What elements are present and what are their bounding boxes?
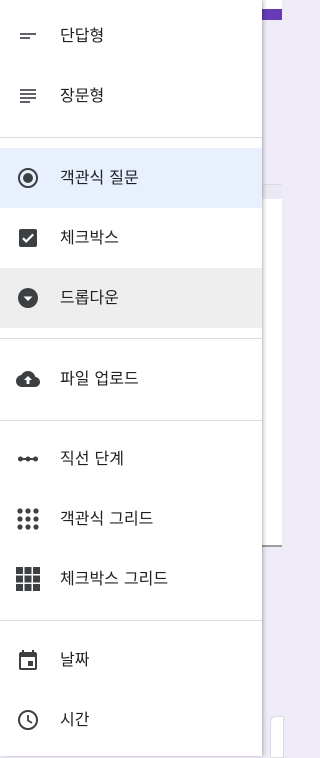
menu-item-file-upload[interactable]: 파일 업로드 [0,349,262,409]
menu-divider [0,137,262,138]
clock-icon [16,708,40,732]
checkbox-grid-icon [16,567,40,591]
menu-item-label: 파일 업로드 [60,369,139,388]
question-type-menu: 단답형 장문형 객관식 질문 체크박스 드롭다운 파일 업로드 직선 단계 객관… [0,0,262,756]
menu-item-linear-scale[interactable]: 직선 단계 [0,429,262,489]
paragraph-icon [16,84,40,108]
linear-scale-icon [16,447,40,471]
menu-item-label: 드롭다운 [60,288,119,307]
short-answer-icon [16,24,40,48]
question-card[interactable] [262,184,282,547]
cloud-upload-icon [16,367,40,391]
menu-item-paragraph[interactable]: 장문형 [0,66,262,126]
form-header-accent [262,9,282,20]
menu-item-label: 직선 단계 [60,449,124,468]
dropdown-icon [16,286,40,310]
menu-item-time[interactable]: 시간 [0,690,262,750]
radio-grid-icon [16,507,40,531]
form-background [262,0,284,758]
menu-item-label: 객관식 그리드 [60,509,154,528]
menu-item-label: 체크박스 그리드 [60,569,169,588]
menu-item-multiple-choice-grid[interactable]: 객관식 그리드 [0,489,262,549]
menu-item-checkbox-grid[interactable]: 체크박스 그리드 [0,549,262,609]
menu-item-date[interactable]: 날짜 [0,630,262,690]
menu-item-checkbox[interactable]: 체크박스 [0,208,262,268]
question-card-header [262,185,282,199]
menu-divider [0,338,262,339]
checkbox-icon [16,226,40,250]
menu-divider [0,420,262,421]
menu-item-label: 객관식 질문 [60,168,139,187]
calendar-icon [16,648,40,672]
menu-item-short-answer[interactable]: 단답형 [0,6,262,66]
menu-item-multiple-choice[interactable]: 객관식 질문 [0,148,262,208]
menu-item-label: 시간 [60,710,90,729]
menu-item-label: 장문형 [60,86,105,105]
menu-item-label: 체크박스 [60,228,119,247]
menu-item-label: 날짜 [60,650,90,669]
radio-button-icon [16,166,40,190]
menu-item-label: 단답형 [60,26,105,45]
menu-divider [0,620,262,621]
menu-item-dropdown[interactable]: 드롭다운 [0,268,262,328]
next-card[interactable] [270,716,284,758]
